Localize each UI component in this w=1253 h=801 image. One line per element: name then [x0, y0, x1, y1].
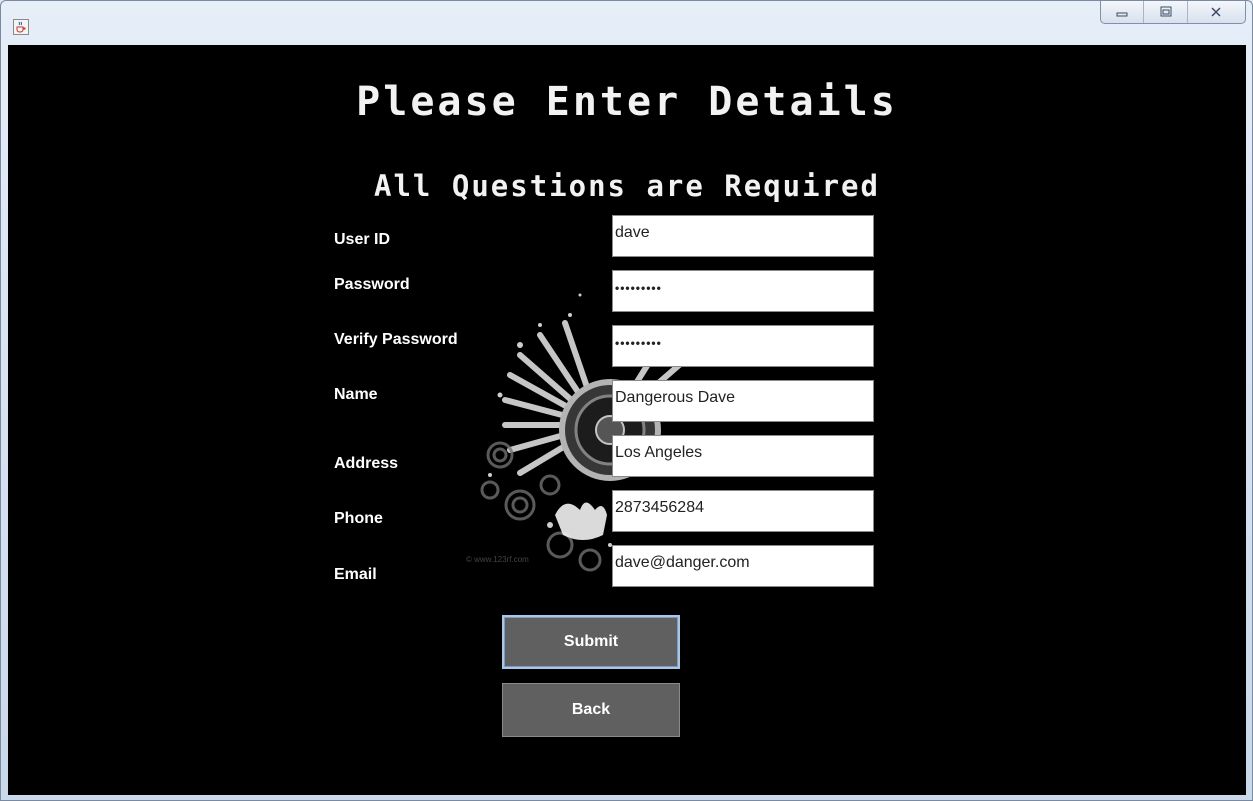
- java-cup-icon[interactable]: [13, 19, 29, 35]
- submit-button[interactable]: Submit: [502, 615, 680, 669]
- title-bar[interactable]: [1, 1, 1252, 45]
- app-window: Please Enter Details All Questions are R…: [0, 0, 1253, 801]
- user-id-input[interactable]: [612, 215, 874, 257]
- address-input[interactable]: [612, 435, 874, 477]
- page-subtitle: All Questions are Required: [374, 169, 880, 203]
- maximize-icon: [1160, 6, 1172, 17]
- name-label: Name: [334, 386, 378, 403]
- address-label: Address: [334, 455, 399, 472]
- password-input[interactable]: [612, 270, 874, 312]
- email-input[interactable]: [612, 545, 874, 587]
- verify-password-input[interactable]: [612, 325, 874, 367]
- page-title: Please Enter Details: [356, 79, 898, 125]
- phone-input[interactable]: [612, 490, 874, 532]
- window-controls: [1100, 1, 1246, 24]
- email-label: Email: [334, 566, 377, 583]
- phone-label: Phone: [334, 510, 383, 527]
- close-icon: [1211, 7, 1221, 17]
- watermark-text: © www.123rf.com: [466, 555, 529, 564]
- maximize-button[interactable]: [1143, 1, 1186, 23]
- verify-password-label: Verify Password: [334, 331, 458, 348]
- form-panel: Please Enter Details All Questions are R…: [8, 45, 1246, 795]
- password-label: Password: [334, 276, 410, 293]
- name-input[interactable]: [612, 380, 874, 422]
- close-button[interactable]: [1186, 1, 1245, 23]
- minimize-icon: [1116, 12, 1128, 17]
- minimize-button[interactable]: [1101, 1, 1143, 23]
- user-id-label: User ID: [334, 231, 391, 248]
- back-button[interactable]: Back: [502, 683, 680, 737]
